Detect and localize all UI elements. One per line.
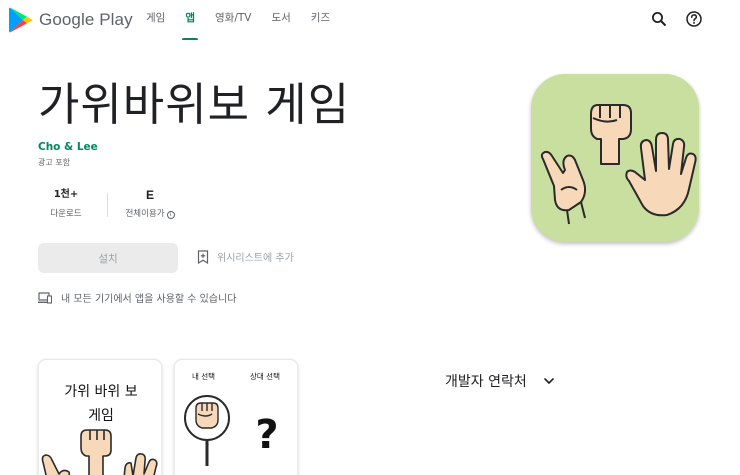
brand-name: Google Play: [39, 10, 133, 29]
devices-label: 내 모든 기기에서 앱을 사용할 수 있습니다: [61, 294, 237, 305]
screenshot-1-title: 가위 바위 보 게임: [39, 380, 161, 428]
nav-tab-kids[interactable]: 키즈: [311, 0, 330, 40]
rating-label: 전체이용가: [125, 209, 165, 219]
downloads-stat: 1천+ 다운로드: [38, 188, 94, 219]
app-title: 가위바위보 게임: [38, 78, 351, 131]
nav-tab-apps[interactable]: 앱: [182, 0, 198, 40]
nav-tab-games[interactable]: 게임: [146, 0, 165, 40]
app-icon: [531, 74, 699, 242]
google-play-icon: [9, 7, 33, 33]
my-choice-label: 내 선택: [192, 372, 216, 381]
choice-illustration: ?: [184, 395, 279, 466]
opponent-choice-label: 상대 선택: [250, 372, 280, 381]
screenshot-2[interactable]: 내 선택 상대 선택 ?: [174, 359, 298, 475]
help-icon[interactable]: [685, 10, 703, 28]
developer-contact-toggle[interactable]: 개발자 연락처: [445, 371, 555, 391]
google-play-logo[interactable]: Google Play: [8, 6, 133, 34]
search-icon[interactable]: [650, 10, 668, 28]
top-bar: Google Play 게임 앱 영화/TV 도서 키즈: [0, 0, 740, 40]
install-button[interactable]: 설치: [38, 243, 178, 273]
developer-contact-label: 개발자 연락처: [445, 374, 527, 390]
svg-text:?: ?: [255, 412, 278, 458]
wishlist-label: 위시리스트에 추가: [217, 253, 294, 264]
screenshot-1-title-line2: 게임: [88, 408, 114, 424]
screenshot-1[interactable]: 가위 바위 보 게임: [38, 359, 162, 475]
downloads-value: 1천+: [53, 189, 79, 200]
stat-divider: [107, 193, 108, 217]
rating-badge-icon: E: [145, 188, 154, 202]
chevron-down-icon: [543, 378, 554, 384]
nav-tab-books[interactable]: 도서: [271, 0, 290, 40]
nav-tab-movies-tv[interactable]: 영화/TV: [215, 0, 251, 40]
main-nav: 게임 앱 영화/TV 도서 키즈: [146, 0, 350, 40]
hands-illustration: [41, 429, 158, 475]
developer-link[interactable]: Cho & Lee: [38, 141, 98, 153]
bookmark-add-icon: [197, 249, 209, 264]
wishlist-button[interactable]: 위시리스트에 추가: [197, 249, 294, 264]
ads-note: 광고 포함: [38, 158, 70, 167]
devices-note: 내 모든 기기에서 앱을 사용할 수 있습니다: [38, 290, 236, 305]
info-icon[interactable]: i: [166, 211, 175, 219]
rock-paper-scissors-icon: [540, 104, 697, 225]
screenshot-1-title-line1: 가위 바위 보: [64, 384, 138, 400]
content-rating-stat[interactable]: E 전체이용가 i: [115, 188, 185, 219]
devices-icon: [38, 291, 52, 304]
downloads-label: 다운로드: [50, 209, 82, 219]
